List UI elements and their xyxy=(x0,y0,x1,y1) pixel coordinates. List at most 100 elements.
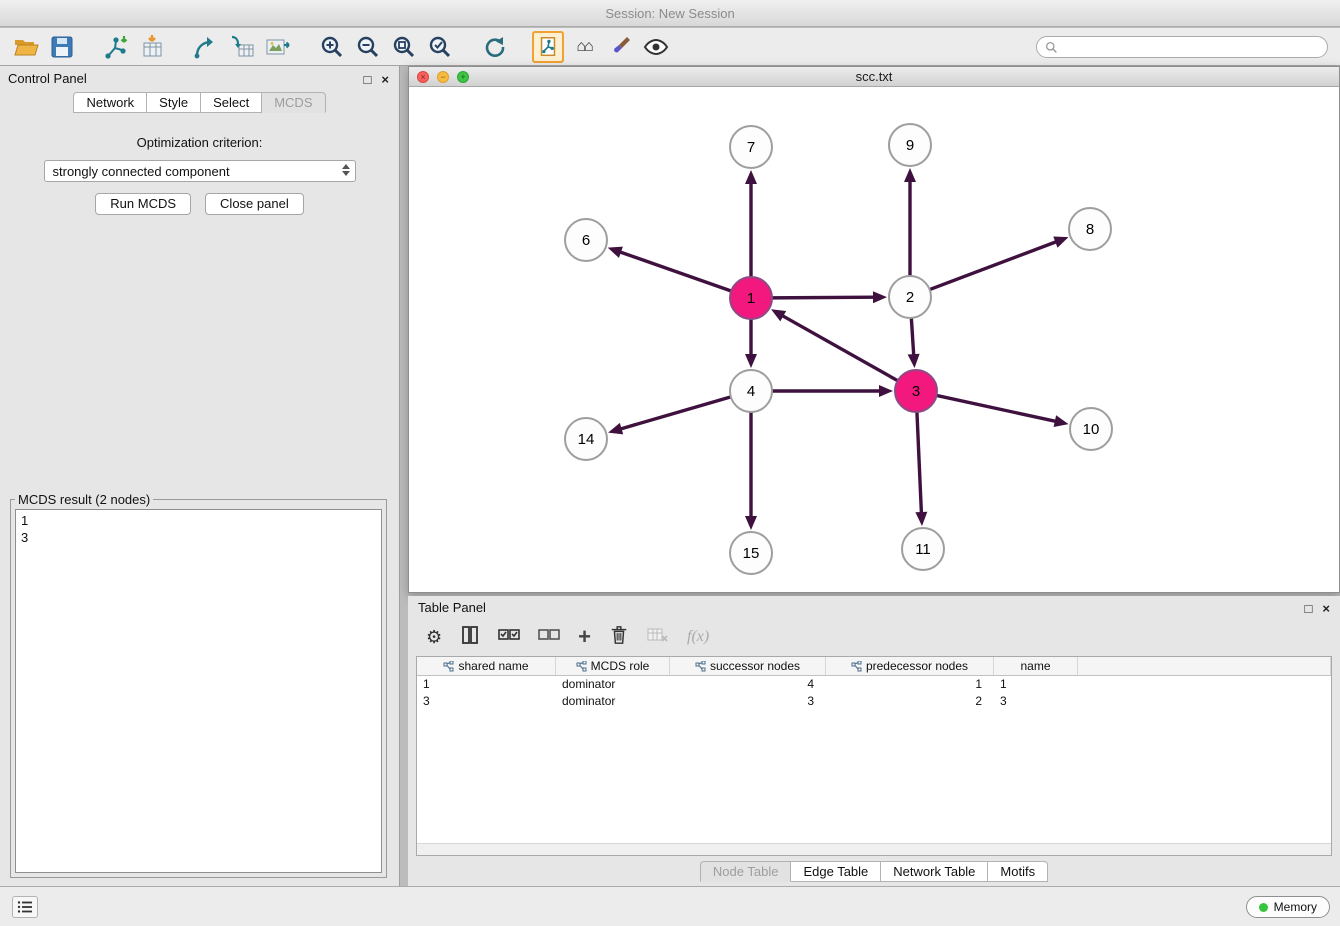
graph-node[interactable]: 6 xyxy=(565,219,607,261)
create-column-icon[interactable]: + xyxy=(578,626,591,648)
network-overview-icon[interactable]: ⌂⌂ xyxy=(568,31,600,63)
graph-edge[interactable] xyxy=(620,397,731,429)
import-network-icon[interactable] xyxy=(100,31,132,63)
node-label: 4 xyxy=(747,383,755,400)
show-columns-icon[interactable] xyxy=(460,625,480,650)
tab-select[interactable]: Select xyxy=(201,92,262,113)
column-type-icon xyxy=(443,661,454,672)
network-canvas[interactable]: 7 9 6 8 1 2 4 3 14 10 15 11 xyxy=(409,87,1339,592)
graph-edge[interactable] xyxy=(930,241,1058,289)
zoom-selected-icon[interactable] xyxy=(424,31,456,63)
tab-motifs[interactable]: Motifs xyxy=(988,861,1048,882)
graph-edge[interactable] xyxy=(781,315,897,381)
cell-mcds-role[interactable]: dominator xyxy=(556,693,670,710)
mcds-result-group: MCDS result (2 nodes) 1 3 xyxy=(10,492,387,878)
float-panel-icon[interactable]: □ xyxy=(1305,602,1313,615)
column-header[interactable]: predecessor nodes xyxy=(826,657,994,675)
column-header[interactable]: successor nodes xyxy=(670,657,826,675)
column-type-icon xyxy=(576,661,587,672)
share-network-icon[interactable] xyxy=(190,31,222,63)
deselect-all-columns-icon[interactable] xyxy=(538,626,560,649)
task-history-button[interactable] xyxy=(12,896,38,918)
graph-node[interactable]: 3 xyxy=(895,370,937,412)
float-panel-icon[interactable]: □ xyxy=(364,73,372,86)
node-label: 6 xyxy=(582,232,590,249)
table-toolbar: ⚙ + xyxy=(408,620,1340,654)
close-panel-button[interactable]: Close panel xyxy=(205,193,304,215)
zoom-in-icon[interactable] xyxy=(316,31,348,63)
graph-node[interactable]: 8 xyxy=(1069,208,1111,250)
tab-edge-table[interactable]: Edge Table xyxy=(791,861,881,882)
cell-shared-name[interactable]: 1 xyxy=(417,676,556,693)
column-header[interactable]: shared name xyxy=(417,657,556,675)
graph-node[interactable]: 4 xyxy=(730,370,772,412)
table-row[interactable]: 1 dominator 4 1 1 xyxy=(417,676,1331,693)
graph-node[interactable]: 2 xyxy=(889,276,931,318)
cell-name[interactable]: 3 xyxy=(994,693,1078,710)
cell-successor-nodes[interactable]: 4 xyxy=(670,676,826,693)
select-all-columns-icon[interactable] xyxy=(498,626,520,649)
graph-node[interactable]: 7 xyxy=(730,126,772,168)
window-zoom-icon[interactable]: + xyxy=(457,71,469,83)
graph-edge[interactable] xyxy=(937,395,1057,421)
column-header[interactable]: name xyxy=(994,657,1078,675)
search-box xyxy=(1036,36,1328,58)
save-session-icon[interactable] xyxy=(46,31,78,63)
selected-option: strongly connected component xyxy=(53,164,230,179)
search-input[interactable] xyxy=(1058,39,1327,56)
cell-mcds-role[interactable]: dominator xyxy=(556,676,670,693)
network-and-table-icon[interactable] xyxy=(226,31,258,63)
graph-node[interactable]: 9 xyxy=(889,124,931,166)
search-icon xyxy=(1045,41,1058,54)
cell-shared-name[interactable]: 3 xyxy=(417,693,556,710)
mcds-result-list[interactable]: 1 3 xyxy=(15,509,382,873)
tab-style[interactable]: Style xyxy=(147,92,201,113)
zoom-out-icon[interactable] xyxy=(352,31,384,63)
run-mcds-button[interactable]: Run MCDS xyxy=(95,193,191,215)
graph-edge[interactable] xyxy=(911,318,913,356)
graph-node[interactable]: 1 xyxy=(730,277,772,319)
export-image-icon[interactable] xyxy=(262,31,294,63)
main-toolbar: ⌂⌂ xyxy=(0,28,1340,66)
control-panel-tabs: Network Style Select MCDS xyxy=(0,92,399,113)
close-panel-icon[interactable]: × xyxy=(1322,602,1330,615)
network-window-titlebar[interactable]: × − + scc.txt xyxy=(409,67,1339,87)
table-settings-icon[interactable]: ⚙ xyxy=(426,628,442,646)
open-session-icon[interactable] xyxy=(10,31,42,63)
app-title: Session: New Session xyxy=(605,6,734,21)
import-table-icon[interactable] xyxy=(136,31,168,63)
graph-node[interactable]: 15 xyxy=(730,532,772,574)
network-window-title: scc.txt xyxy=(856,69,893,84)
column-header[interactable]: MCDS role xyxy=(556,657,670,675)
graph-node[interactable]: 14 xyxy=(565,418,607,460)
refresh-layout-icon[interactable] xyxy=(478,31,510,63)
close-panel-icon[interactable]: × xyxy=(381,73,389,86)
column-header-empty xyxy=(1078,657,1331,675)
tab-node-table[interactable]: Node Table xyxy=(700,861,792,882)
graph-node[interactable]: 10 xyxy=(1070,408,1112,450)
cell-name[interactable]: 1 xyxy=(994,676,1078,693)
cell-predecessor-nodes[interactable]: 2 xyxy=(826,693,994,710)
show-hide-icon[interactable] xyxy=(640,31,672,63)
horizontal-scrollbar[interactable] xyxy=(417,843,1331,855)
zoom-fit-icon[interactable] xyxy=(388,31,420,63)
graph-node[interactable]: 11 xyxy=(902,528,944,570)
copy-view-icon[interactable] xyxy=(532,31,564,63)
optimization-criterion-select[interactable]: strongly connected component xyxy=(44,160,356,182)
table-panel-tabs: Node Table Edge Table Network Table Moti… xyxy=(408,861,1340,882)
table-row[interactable]: 3 dominator 3 2 3 xyxy=(417,693,1331,710)
graph-edge[interactable] xyxy=(772,297,875,298)
list-icon xyxy=(17,900,33,914)
delete-column-icon[interactable] xyxy=(609,624,629,651)
tab-network-table[interactable]: Network Table xyxy=(881,861,988,882)
graph-edge[interactable] xyxy=(917,412,922,514)
window-minimize-icon[interactable]: − xyxy=(437,71,449,83)
graph-edge[interactable] xyxy=(619,252,731,291)
tab-network[interactable]: Network xyxy=(73,92,147,113)
style-paint-icon[interactable] xyxy=(604,31,636,63)
window-close-icon[interactable]: × xyxy=(417,71,429,83)
tab-mcds[interactable]: MCDS xyxy=(262,92,325,113)
cell-predecessor-nodes[interactable]: 1 xyxy=(826,676,994,693)
cell-successor-nodes[interactable]: 3 xyxy=(670,693,826,710)
memory-button[interactable]: Memory xyxy=(1246,896,1330,918)
